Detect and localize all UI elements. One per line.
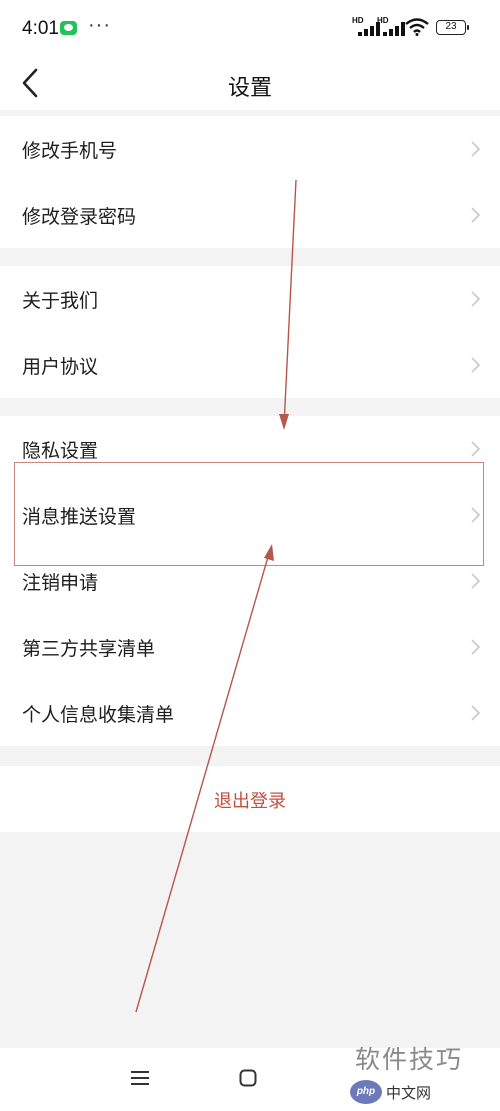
settings-item-user-agreement[interactable]: 用户协议 <box>0 332 500 398</box>
settings-item-privacy[interactable]: 隐私设置 <box>0 416 500 482</box>
settings-item-personal-info-collection[interactable]: 个人信息收集清单 <box>0 680 500 746</box>
chevron-right-icon <box>471 441 481 457</box>
chevron-right-icon <box>471 207 481 223</box>
watermark-text: 软件技巧 <box>355 1046 464 1074</box>
menu-icon[interactable] <box>131 1070 149 1086</box>
chevron-right-icon <box>471 291 481 307</box>
chevron-right-icon <box>471 639 481 655</box>
settings-item-label: 消息推送设置 <box>22 507 137 528</box>
settings-item-label: 用户协议 <box>22 357 99 378</box>
settings-item-account-deletion[interactable]: 注销申请 <box>0 548 500 614</box>
settings-item-about-us[interactable]: 关于我们 <box>0 266 500 332</box>
settings-item-push-notifications[interactable]: 消息推送设置 <box>0 482 500 548</box>
page-title: 设置 <box>227 75 272 100</box>
chevron-right-icon <box>471 507 481 523</box>
chevron-right-icon <box>471 357 481 373</box>
wifi-icon <box>405 18 429 36</box>
chevron-right-icon <box>471 705 481 721</box>
logout-label: 退出登录 <box>214 791 286 811</box>
settings-item-label: 注销申请 <box>22 573 99 594</box>
more-notifications-icon: ··· <box>88 14 111 36</box>
watermark-php-badge: php <box>350 1080 382 1104</box>
settings-item-label: 隐私设置 <box>22 441 99 462</box>
settings-item-label: 修改登录密码 <box>22 207 137 228</box>
settings-item-label: 修改手机号 <box>22 141 118 162</box>
watermark-site: 中文网 <box>386 1085 432 1102</box>
logout-button[interactable]: 退出登录 <box>0 766 500 832</box>
home-icon[interactable] <box>239 1069 257 1087</box>
status-time: 4:01 <box>22 18 59 39</box>
settings-group-about: 关于我们 用户协议 <box>0 266 500 398</box>
chevron-right-icon <box>471 573 481 589</box>
settings-group-account: 修改手机号 修改登录密码 <box>0 116 500 248</box>
settings-item-label: 第三方共享清单 <box>22 639 156 660</box>
settings-item-change-phone[interactable]: 修改手机号 <box>0 116 500 182</box>
settings-group-privacy: 隐私设置 消息推送设置 注销申请 第三方共享清单 个人信息收集清单 <box>0 416 500 746</box>
chevron-right-icon <box>471 141 481 157</box>
settings-item-third-party-sharing[interactable]: 第三方共享清单 <box>0 614 500 680</box>
wechat-notification-icon <box>60 21 77 35</box>
nav-bar: 设置 <box>0 60 500 110</box>
settings-item-change-password[interactable]: 修改登录密码 <box>0 182 500 248</box>
settings-item-label: 关于我们 <box>22 291 99 312</box>
watermark-logo: php 中文网 <box>350 1080 495 1106</box>
battery-icon: 23 <box>436 20 469 35</box>
status-bar: 4:01 ··· HD HD 23 <box>0 0 500 60</box>
settings-item-label: 个人信息收集清单 <box>22 705 175 726</box>
